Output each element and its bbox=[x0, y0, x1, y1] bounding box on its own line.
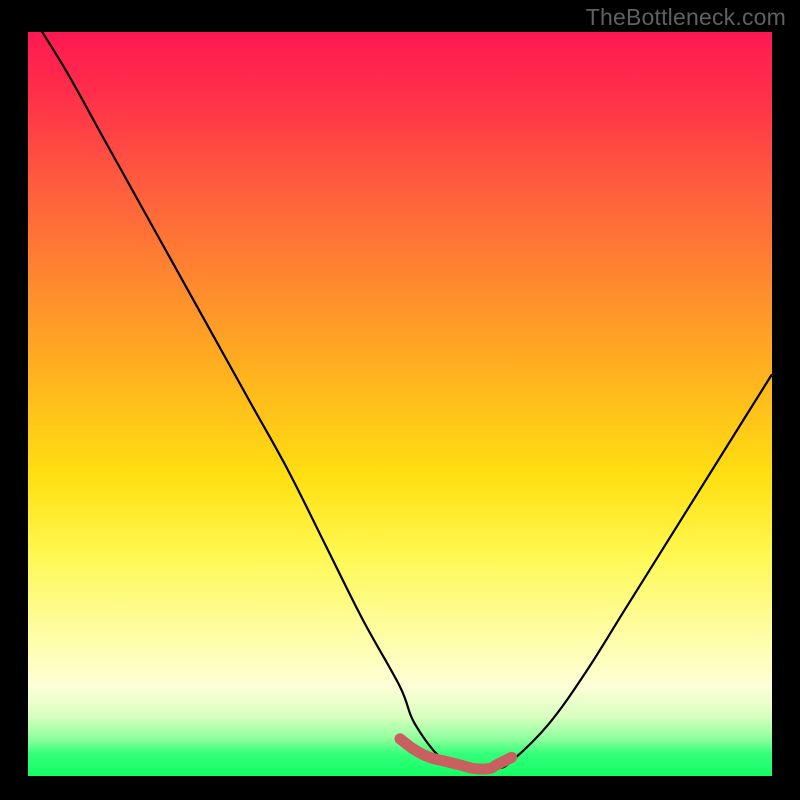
bottleneck-curve-path bbox=[28, 32, 772, 770]
curve-layer bbox=[28, 32, 772, 776]
plot-area bbox=[28, 32, 772, 776]
sweet-spot-highlight-path bbox=[400, 739, 512, 769]
watermark-text: TheBottleneck.com bbox=[586, 4, 786, 31]
chart-stage: TheBottleneck.com bbox=[0, 0, 800, 800]
